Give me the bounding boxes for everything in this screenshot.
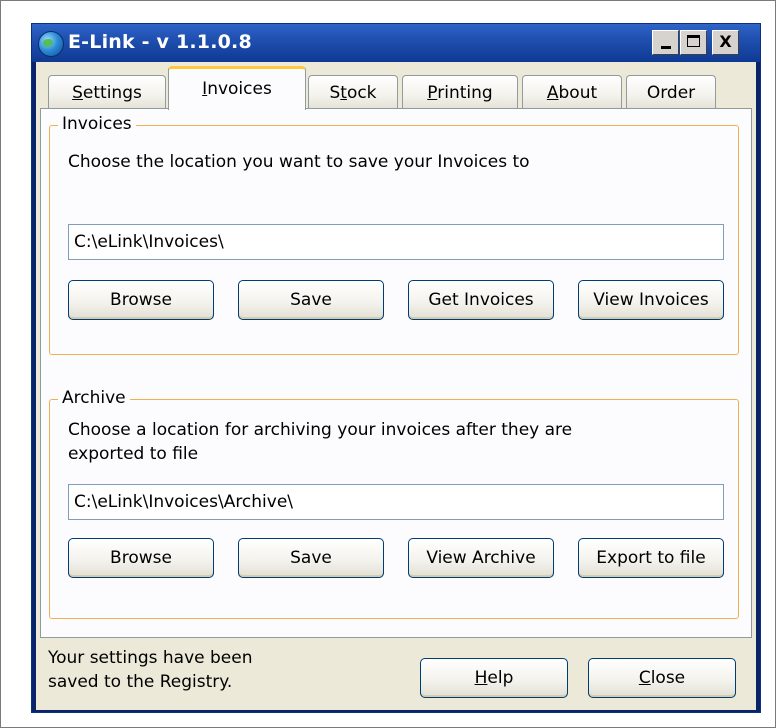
tab-order[interactable]: Order [626, 75, 716, 109]
window-title: E-Link - v 1.1.0.8 [68, 31, 252, 53]
tab-invoices[interactable]: Invoices [168, 66, 306, 110]
view-archive-button[interactable]: View Archive [408, 538, 554, 578]
tab-about[interactable]: About [522, 75, 622, 109]
status-message: Your settings have been saved to the Reg… [48, 646, 318, 694]
export-to-file-button[interactable]: Export to file [578, 538, 724, 578]
globe-icon [38, 31, 64, 57]
archive-browse-button[interactable]: Browse [68, 538, 214, 578]
maximize-icon [687, 35, 700, 47]
invoices-group-legend: Invoices [58, 114, 136, 134]
tab-panel-invoices: Invoices Choose the location you want to… [40, 108, 752, 638]
app-window: E-Link - v 1.1.0.8 X Settings Invoices S… [31, 23, 761, 713]
minimize-button[interactable] [652, 30, 679, 55]
title-bar[interactable]: E-Link - v 1.1.0.8 X [32, 24, 760, 62]
minimize-icon [661, 46, 671, 49]
close-icon: X [719, 32, 732, 51]
help-label: elp [487, 668, 514, 688]
archive-save-button[interactable]: Save [238, 538, 384, 578]
screenshot-frame: E-Link - v 1.1.0.8 X Settings Invoices S… [0, 0, 776, 728]
tab-stock[interactable]: Stock [308, 75, 398, 109]
view-invoices-button[interactable]: View Invoices [578, 280, 724, 320]
status-line2: saved to the Registry. [48, 672, 233, 692]
tab-settings[interactable]: Settings [48, 75, 166, 109]
close-button[interactable]: Close [588, 658, 736, 698]
archive-groupbox: Archive Choose a location for archiving … [49, 388, 739, 619]
tab-accel: S [72, 83, 83, 103]
invoices-browse-button[interactable]: Browse [68, 280, 214, 320]
maximize-button[interactable] [680, 30, 707, 55]
archive-group-legend: Archive [58, 388, 130, 408]
close-label: lose [650, 668, 686, 688]
invoices-save-button[interactable]: Save [238, 280, 384, 320]
tab-label: rinting [437, 83, 493, 103]
close-window-button[interactable]: X [712, 30, 739, 55]
dialog-client-area: Settings Invoices Stock Printing About O… [36, 62, 756, 710]
tab-label: ock [346, 83, 377, 103]
tab-label: ettings [82, 83, 142, 103]
tab-label: bout [558, 83, 598, 103]
tab-accel: A [546, 83, 559, 103]
tab-label-prefix: S [329, 83, 341, 103]
archive-description-line2: exported to file [68, 444, 199, 464]
tab-accel: t [340, 83, 347, 103]
tab-printing[interactable]: Printing [402, 75, 518, 109]
tab-label: nvoices [207, 79, 272, 99]
status-line1: Your settings have been [48, 648, 253, 668]
invoices-path-input[interactable]: C:\eLink\Invoices\ [68, 224, 724, 260]
archive-description-line1: Choose a location for archiving your inv… [68, 420, 573, 440]
help-accel: H [474, 668, 488, 688]
invoices-description: Choose the location you want to save you… [68, 152, 530, 172]
invoices-groupbox: Invoices Choose the location you want to… [49, 114, 739, 355]
get-invoices-button[interactable]: Get Invoices [408, 280, 554, 320]
help-button[interactable]: Help [420, 658, 568, 698]
close-accel: C [638, 668, 651, 688]
archive-path-input[interactable]: C:\eLink\Invoices\Archive\ [68, 484, 724, 520]
tab-accel: P [427, 83, 438, 103]
tab-label: Order [646, 83, 696, 103]
